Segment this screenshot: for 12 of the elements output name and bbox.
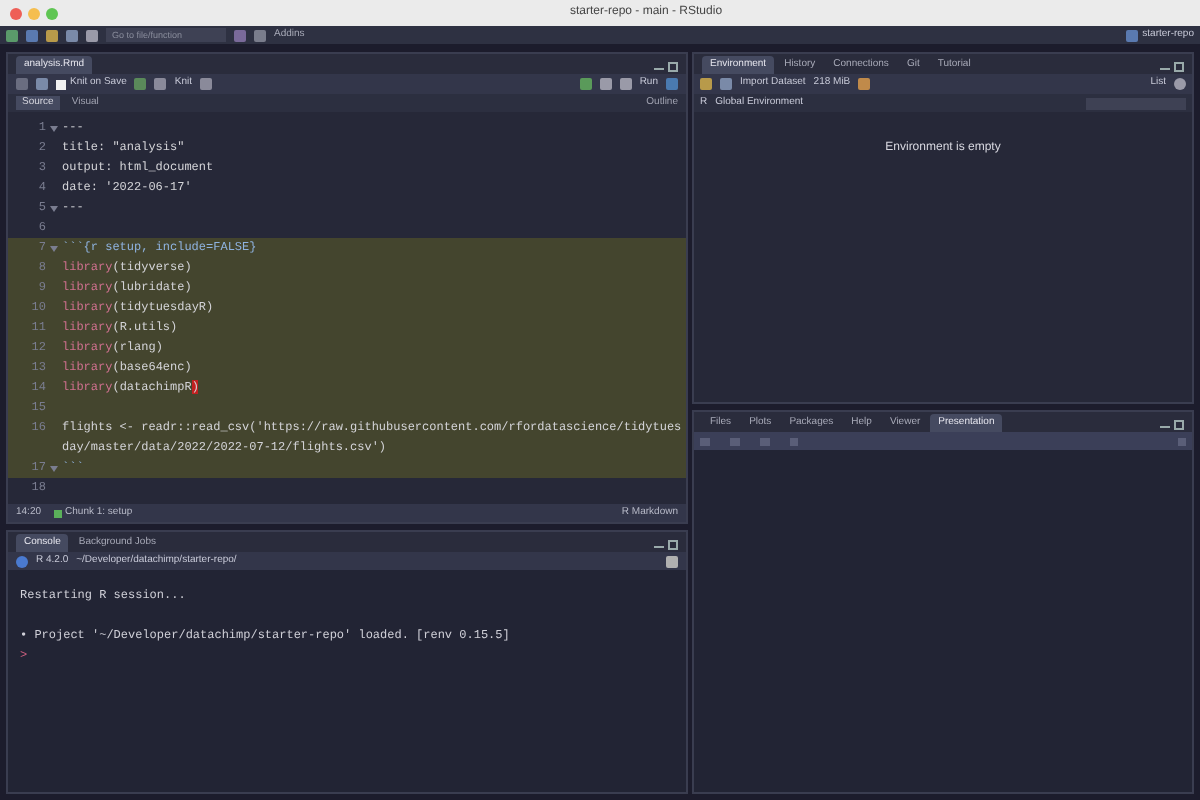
maximize-icon[interactable] [668, 62, 678, 72]
search-field[interactable] [1086, 97, 1186, 109]
maximize-icon[interactable] [1174, 62, 1184, 72]
fold-icon[interactable] [50, 125, 58, 131]
fold-icon[interactable] [50, 245, 58, 251]
maximize-icon[interactable] [668, 540, 678, 550]
fold-icon[interactable] [50, 205, 58, 211]
fold-icon[interactable] [50, 465, 58, 471]
close-icon[interactable] [10, 7, 22, 19]
maximize-icon[interactable] [1174, 420, 1184, 430]
checkbox[interactable] [56, 79, 66, 89]
zoom-icon[interactable] [46, 7, 58, 19]
